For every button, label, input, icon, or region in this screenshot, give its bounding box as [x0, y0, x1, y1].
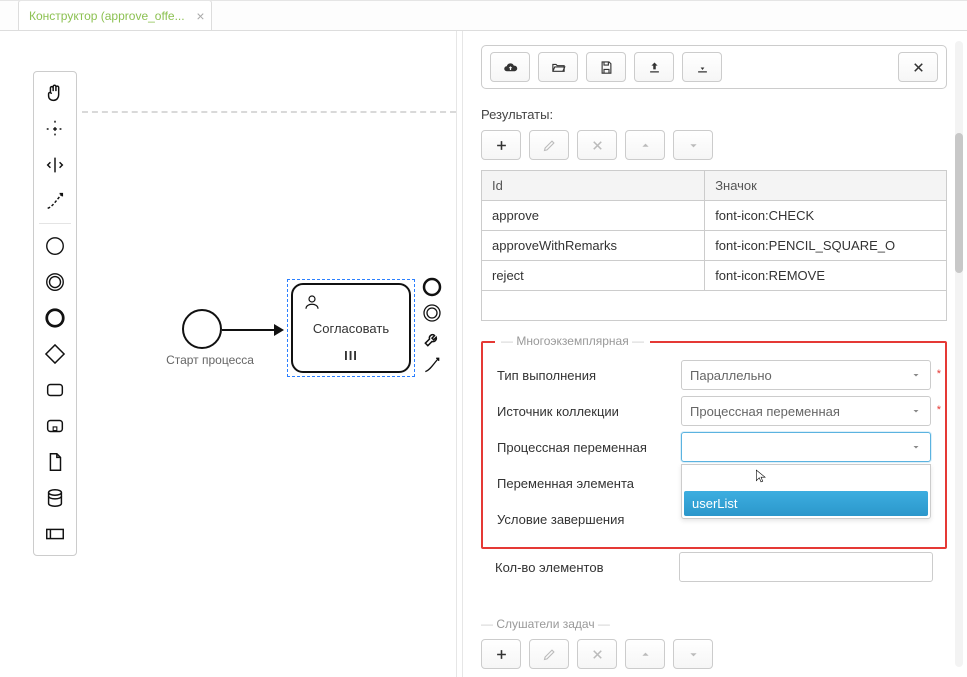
- end-event-icon[interactable]: [38, 301, 72, 335]
- edit-result-button[interactable]: [529, 130, 569, 160]
- select-value: Процессная переменная: [690, 404, 840, 419]
- subprocess-icon[interactable]: [38, 409, 72, 443]
- elements-count-input[interactable]: [679, 552, 933, 582]
- process-var-label: Процессная переменная: [497, 440, 673, 455]
- wrench-icon[interactable]: [420, 327, 444, 351]
- multi-instance-legend: — Многоэкземплярная —: [495, 334, 650, 348]
- elements-count-label: Кол-во элементов: [495, 560, 671, 575]
- intermediate-event-icon[interactable]: [38, 265, 72, 299]
- task-listeners-group: — Слушатели задач —: [481, 617, 947, 669]
- multi-instance-group: — Многоэкземплярная — Тип выполнения Пар…: [481, 341, 947, 549]
- task-icon[interactable]: [38, 373, 72, 407]
- close-icon[interactable]: ×: [196, 8, 204, 24]
- properties-toolbar: [481, 45, 947, 89]
- edit-listener-button[interactable]: [529, 639, 569, 669]
- designer-canvas[interactable]: Старт процесса Согласовать III: [0, 31, 456, 677]
- tab-title: Конструктор (approve_offe...: [29, 9, 185, 23]
- import-button[interactable]: [682, 52, 722, 82]
- open-button[interactable]: [538, 52, 578, 82]
- space-tool-icon[interactable]: [38, 148, 72, 182]
- context-pad: [420, 275, 444, 379]
- table-row[interactable]: approveWithRemarksfont-icon:PENCIL_SQUAR…: [482, 231, 947, 261]
- completion-cond-label: Условие завершения: [497, 512, 673, 527]
- chevron-down-icon: [906, 401, 926, 421]
- listeners-legend: Слушатели задач: [496, 617, 594, 631]
- table-row[interactable]: approvefont-icon:CHECK: [482, 201, 947, 231]
- gateway-icon[interactable]: [38, 337, 72, 371]
- remove-listener-button[interactable]: [577, 639, 617, 669]
- close-panel-button[interactable]: [898, 52, 938, 82]
- exec-type-label: Тип выполнения: [497, 368, 673, 383]
- listener-down-button[interactable]: [673, 639, 713, 669]
- multi-instance-marker: III: [293, 348, 409, 363]
- properties-panel: Результаты: Id Значок approvefont-icon:C…: [462, 31, 967, 677]
- participant-icon[interactable]: [38, 517, 72, 551]
- user-task-node[interactable]: Согласовать III: [287, 279, 415, 377]
- save-button[interactable]: [586, 52, 626, 82]
- task-label: Согласовать: [313, 321, 389, 336]
- results-buttons: [481, 130, 947, 160]
- col-id[interactable]: Id: [482, 171, 705, 201]
- start-event-icon[interactable]: [38, 229, 72, 263]
- dropdown-option-userlist[interactable]: userList: [684, 491, 928, 516]
- start-event-label: Старт процесса: [155, 353, 265, 367]
- scrollbar[interactable]: [955, 41, 963, 667]
- dropdown-blank-option[interactable]: [684, 467, 928, 491]
- sequence-flow[interactable]: [222, 327, 284, 333]
- start-event-node[interactable]: [182, 309, 222, 349]
- data-object-icon[interactable]: [38, 445, 72, 479]
- export-button[interactable]: [634, 52, 674, 82]
- lane-divider: [82, 111, 456, 113]
- add-listener-button[interactable]: [481, 639, 521, 669]
- connect-tool-icon[interactable]: [38, 184, 72, 218]
- tab-bar: Конструктор (approve_offe... ×: [0, 1, 967, 31]
- cloud-upload-button[interactable]: [490, 52, 530, 82]
- listeners-buttons: [481, 639, 947, 669]
- collection-source-label: Источник коллекции: [497, 404, 673, 419]
- col-icon[interactable]: Значок: [705, 171, 947, 201]
- add-result-button[interactable]: [481, 130, 521, 160]
- collection-source-select[interactable]: Процессная переменная: [681, 396, 931, 426]
- required-marker: *: [937, 404, 941, 416]
- data-store-icon[interactable]: [38, 481, 72, 515]
- required-marker: *: [937, 368, 941, 380]
- chevron-down-icon: [906, 437, 926, 457]
- hand-tool-icon[interactable]: [38, 76, 72, 110]
- exec-type-select[interactable]: Параллельно: [681, 360, 931, 390]
- connect-icon[interactable]: [420, 353, 444, 377]
- process-var-select[interactable]: [681, 432, 931, 462]
- results-table: Id Значок approvefont-icon:CHECK approve…: [481, 170, 947, 321]
- results-heading: Результаты:: [481, 107, 947, 122]
- select-value: Параллельно: [690, 368, 772, 383]
- remove-result-button[interactable]: [577, 130, 617, 160]
- element-var-label: Переменная элемента: [497, 476, 673, 491]
- listener-up-button[interactable]: [625, 639, 665, 669]
- user-icon: [303, 293, 321, 314]
- append-end-event-icon[interactable]: [420, 275, 444, 299]
- tab-constructor[interactable]: Конструктор (approve_offe... ×: [18, 0, 212, 30]
- tool-palette: [33, 71, 77, 556]
- scrollbar-thumb[interactable]: [955, 133, 963, 273]
- chevron-down-icon: [906, 365, 926, 385]
- append-intermediate-event-icon[interactable]: [420, 301, 444, 325]
- move-up-button[interactable]: [625, 130, 665, 160]
- lasso-tool-icon[interactable]: [38, 112, 72, 146]
- move-down-button[interactable]: [673, 130, 713, 160]
- process-var-dropdown: userList: [681, 464, 931, 519]
- table-row[interactable]: rejectfont-icon:REMOVE: [482, 261, 947, 291]
